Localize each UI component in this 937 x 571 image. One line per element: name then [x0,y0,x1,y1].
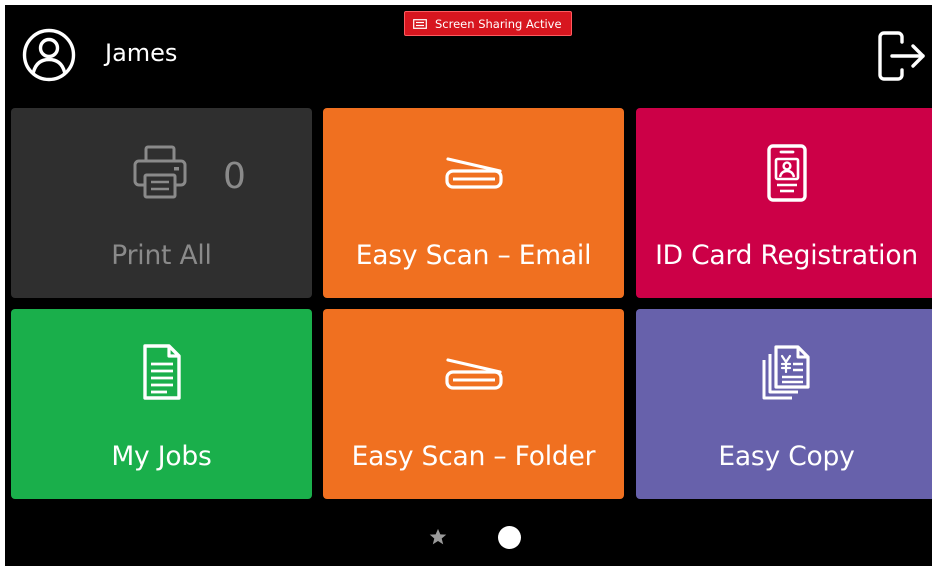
user-circle-icon[interactable] [21,27,77,83]
logout-icon[interactable] [873,29,927,83]
tile-label: My Jobs [111,441,212,472]
print-job-count: 0 [223,156,246,197]
terminal-screen: James Screen Sharing Active 0 Print All [5,5,932,566]
id-card-registration-tile[interactable]: ID Card Registration [636,108,932,298]
easy-scan-email-tile[interactable]: Easy Scan – Email [323,108,624,298]
scanner-icon [445,157,503,189]
id-card-icon [767,144,807,202]
printer-icon [133,145,187,199]
screen-sharing-badge: Screen Sharing Active [404,11,572,36]
tile-label: Easy Copy [718,441,855,472]
tile-label: Easy Scan – Folder [351,441,596,472]
page-indicator [5,517,932,557]
tile-label: ID Card Registration [655,240,918,271]
document-icon [143,344,181,400]
header-bar: James Screen Sharing Active [5,5,932,103]
easy-scan-folder-tile[interactable]: Easy Scan – Folder [323,309,624,499]
screen-sharing-label: Screen Sharing Active [435,16,562,31]
copy-icon [762,345,810,400]
easy-copy-tile[interactable]: Easy Copy [636,309,932,499]
screen-share-icon [413,18,427,29]
star-icon[interactable] [429,528,447,546]
tile-label: Easy Scan – Email [355,240,592,271]
print-all-tile[interactable]: 0 Print All [11,108,312,298]
scanner-icon [445,358,503,390]
my-jobs-tile[interactable]: My Jobs [11,309,312,499]
tile-label: Print All [111,240,212,271]
user-name: James [105,39,178,67]
page-dot-active[interactable] [498,526,521,549]
